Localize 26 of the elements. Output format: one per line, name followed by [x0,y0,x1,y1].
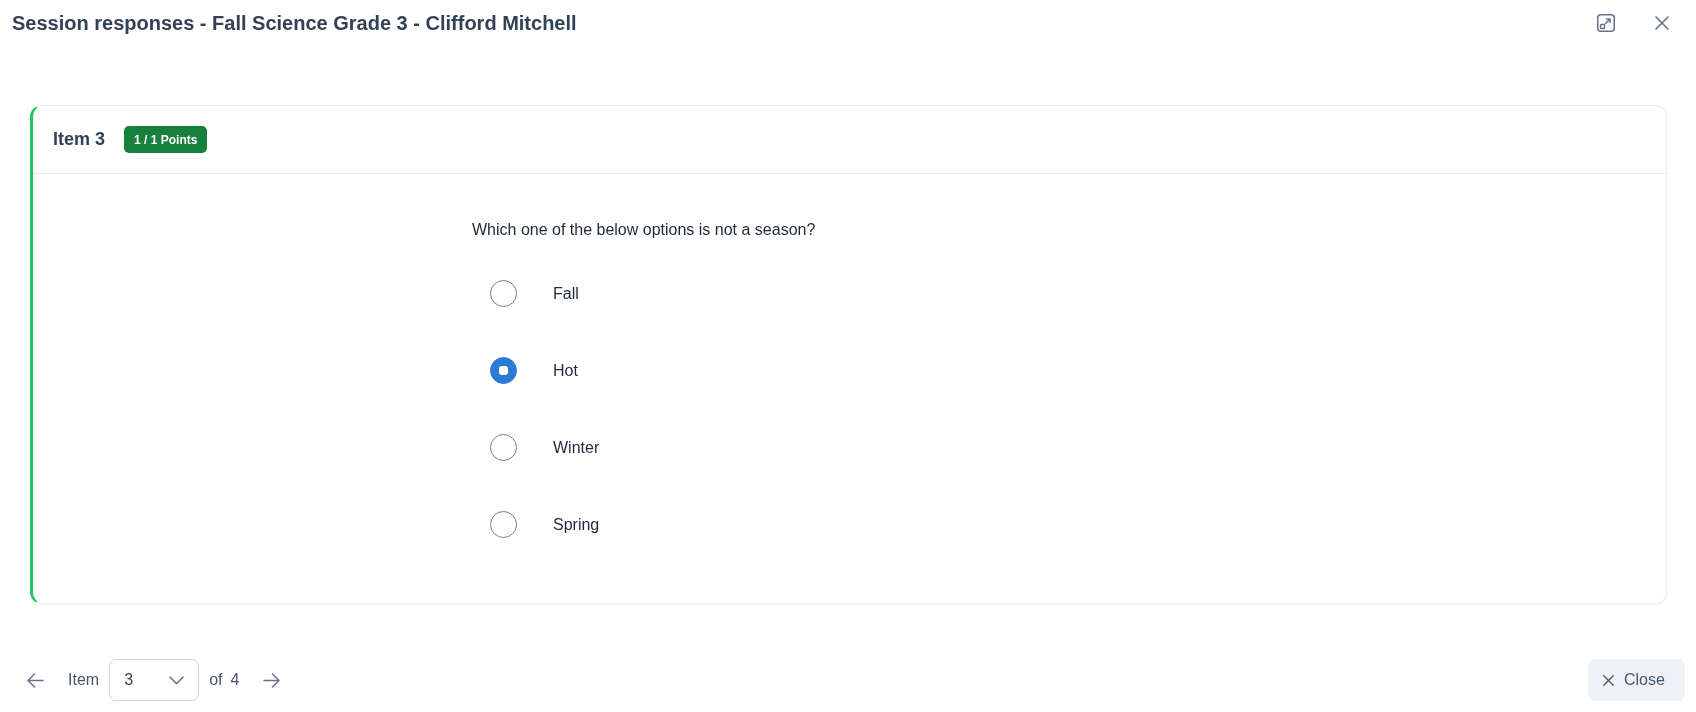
option-label: Spring [553,515,600,534]
previous-button[interactable] [27,672,44,688]
option-label: Winter [553,438,600,457]
radio-button[interactable] [490,434,517,461]
option-label: Hot [553,361,578,380]
close-icon [1603,674,1614,686]
expand-button[interactable] [1597,14,1615,32]
score-badge: 1 / 1 Points [124,126,208,153]
item-select[interactable]: 3 [109,659,200,701]
radio-button[interactable] [490,280,517,307]
total-count: 4 [230,671,240,689]
next-button[interactable] [263,672,281,688]
close-icon [1655,16,1669,30]
of-label: of [209,671,223,689]
option-label: Fall [553,284,579,303]
chevron-down-icon [169,675,185,685]
arrow-right-icon [263,672,281,688]
dialog-title: Session responses - Fall Science Grade 3 - Clifford Mitchell [12,11,577,35]
question-text: Which one of the below options is not a season? [472,220,817,240]
item-title: Item 3 [53,129,106,150]
close-button[interactable] [1655,16,1669,30]
radio-button[interactable] [490,511,517,538]
arrow-left-icon [27,672,44,688]
item-label: Item [68,671,100,689]
radio-button[interactable] [490,357,517,384]
close-button[interactable]: Close [1588,659,1685,701]
